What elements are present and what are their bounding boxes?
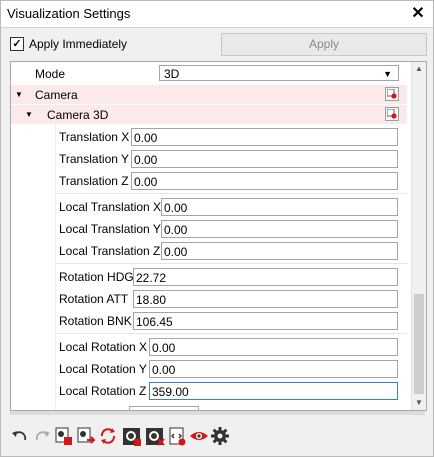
reset-icon [387,109,397,119]
local-translation-y-input[interactable]: 0.00 [161,220,398,238]
vertical-scrollbar[interactable]: ▲ ▼ [411,62,426,410]
camera-reset-button[interactable] [385,87,399,101]
local-translation-z-label: Local Translation Z [59,244,161,258]
gear-delete-icon[interactable] [145,425,165,447]
local-translation-z-input[interactable]: 0.00 [161,242,398,260]
rotation-hdg-input[interactable]: 22.72 [133,268,398,286]
field-row: Local Translation Z 0.00 [11,240,407,262]
rotation-bnk-input[interactable]: 106.45 [133,312,398,330]
rotation-bnk-label: Rotation BNK [59,314,132,328]
expand-triangle-icon[interactable]: ▼ [15,90,23,99]
toolbar [10,425,430,449]
scroll-down-icon[interactable]: ▼ [412,396,426,410]
chevron-down-icon: ▼ [383,69,392,79]
local-rotation-z-input[interactable]: 359.00 [149,382,398,400]
local-rotation-y-input[interactable]: 0.00 [149,360,398,378]
window-title: Visualization Settings [7,6,131,21]
camera-settings-icon[interactable] [54,425,74,447]
field-row: Local Translation X 0.00 [11,196,407,218]
mode-label: Mode [35,67,66,81]
local-rotation-y-label: Local Rotation Y [59,362,147,376]
apply-button[interactable]: Apply [221,33,427,56]
rotation-att-label: Rotation ATT [59,292,129,306]
close-icon[interactable]: ✕ [409,3,427,23]
apply-immediately-label[interactable]: Apply Immediately [29,37,127,51]
local-rotation-x-label: Local Rotation X [59,340,148,354]
field-row: Rotation HDG 22.72 [11,266,407,288]
apply-row: ✓ Apply Immediately Apply [1,28,433,60]
rotation-att-input[interactable]: 18.80 [133,290,398,308]
undo-icon[interactable] [10,425,30,447]
local-rotation-z-label: Local Rotation Z [59,384,147,398]
field-row: Local Rotation Z 359.00 [11,380,407,402]
camera3d-group-row[interactable]: ▼ Camera 3D [11,105,407,124]
translation-y-input[interactable]: 0.00 [131,150,398,168]
camera3d-reset-button[interactable] [385,107,399,121]
translation-x-label: Translation X [59,130,130,144]
field-row: Local Translation Y 0.00 [11,218,407,240]
gear-dark-icon[interactable] [122,425,142,447]
local-translation-y-label: Local Translation Y [59,222,161,236]
visualization-settings-window: Visualization Settings ✕ ✓ Apply Immedia… [0,0,434,457]
field-row: Local Rotation Y 0.00 [11,358,407,380]
mode-select[interactable]: 3D ▼ [159,65,399,81]
field-row: Rotation ATT 18.80 [11,288,407,310]
apply-immediately-checkbox[interactable]: ✓ [10,37,24,51]
partial-field-row [11,404,407,410]
group-divider [55,263,407,264]
translation-y-label: Translation Y [59,152,130,166]
rotation-hdg-label: Rotation HDG [59,270,134,284]
camera-group-label: Camera [35,88,78,102]
field-row: Local Rotation X 0.00 [11,336,407,358]
mode-select-value: 3D [164,67,180,81]
local-translation-x-input[interactable]: 0.00 [161,198,398,216]
field-row: Rotation BNK 106.45 [11,310,407,332]
field-row: Translation Z 0.00 [11,170,407,192]
properties-panel: Mode 3D ▼ ▼ Camera ▼ Camera 3D Translati [10,61,427,411]
splitter-handle[interactable] [10,411,425,415]
camera-group-row[interactable]: ▼ Camera [11,85,407,104]
scroll-up-icon[interactable]: ▲ [412,62,426,76]
local-translation-x-label: Local Translation X [59,200,162,214]
camera3d-group-label: Camera 3D [47,108,109,122]
translation-x-input[interactable]: 0.00 [131,128,398,146]
mode-row: Mode 3D ▼ [11,62,407,84]
expand-triangle-icon[interactable]: ▼ [25,110,33,119]
camera-export-icon[interactable] [76,425,96,447]
eye-icon[interactable] [189,425,209,447]
script-icon[interactable] [167,425,187,447]
local-rotation-x-input[interactable]: 0.00 [149,338,398,356]
group-divider [55,333,407,334]
redo-icon [32,425,52,447]
translation-z-input[interactable]: 0.00 [131,172,398,190]
reset-icon [387,89,397,99]
gear-icon[interactable] [210,425,230,447]
group-divider [55,193,407,194]
field-row: Translation Y 0.00 [11,148,407,170]
translation-z-label: Translation Z [59,174,129,188]
field-row: Translation X 0.00 [11,126,407,148]
sync-icon[interactable] [98,425,118,447]
title-bar: Visualization Settings ✕ [1,1,433,28]
scrollbar-thumb[interactable] [414,294,424,394]
